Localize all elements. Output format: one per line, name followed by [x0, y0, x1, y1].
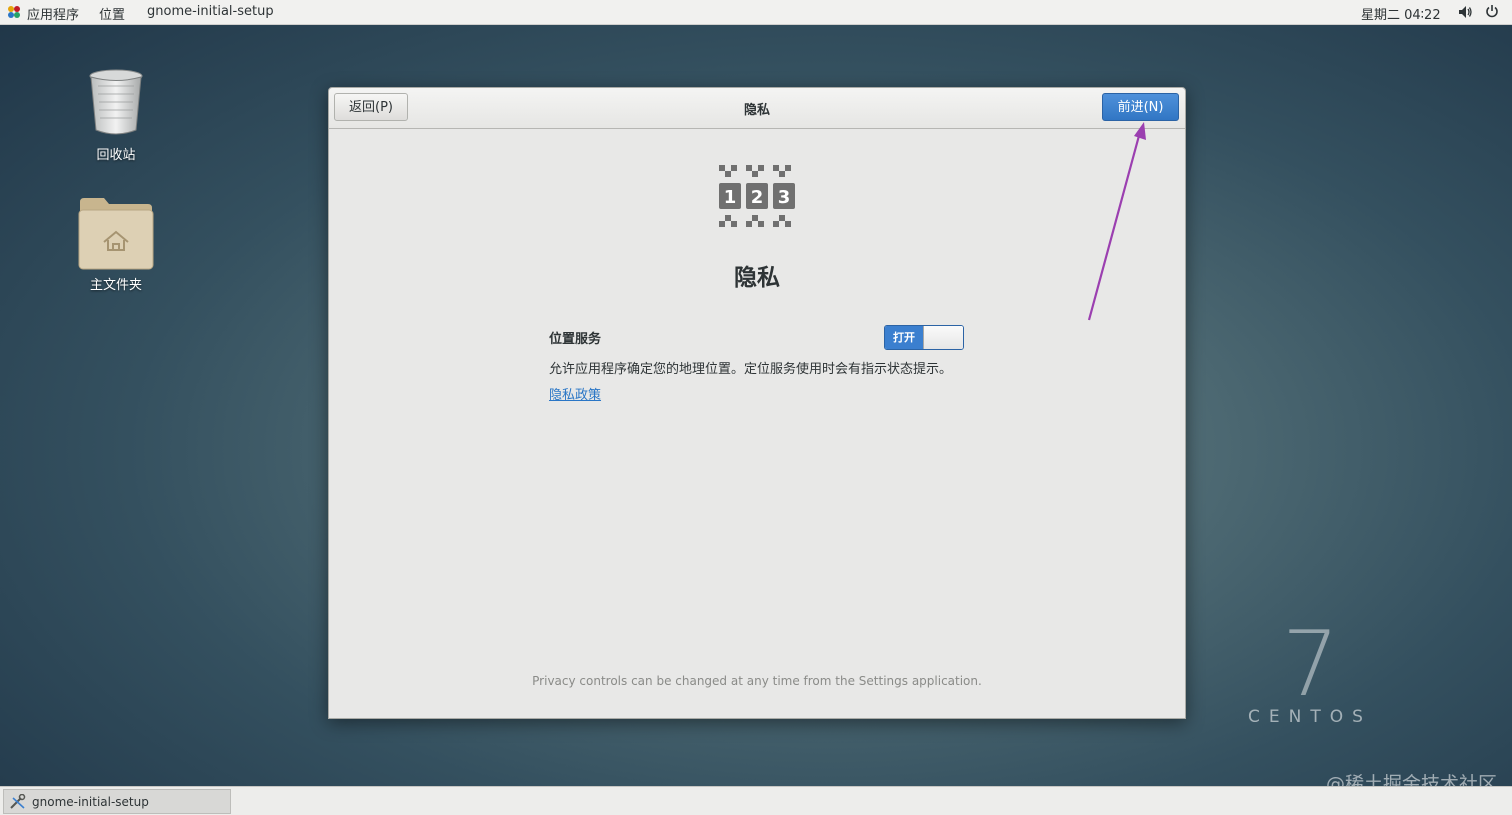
taskbar-item-setup[interactable]: gnome-initial-setup	[3, 789, 231, 814]
bottom-taskbar: gnome-initial-setup	[0, 786, 1512, 815]
taskbar-item-label: gnome-initial-setup	[32, 795, 149, 809]
setup-tool-icon	[10, 794, 26, 809]
annotation-arrow	[1087, 122, 1146, 321]
